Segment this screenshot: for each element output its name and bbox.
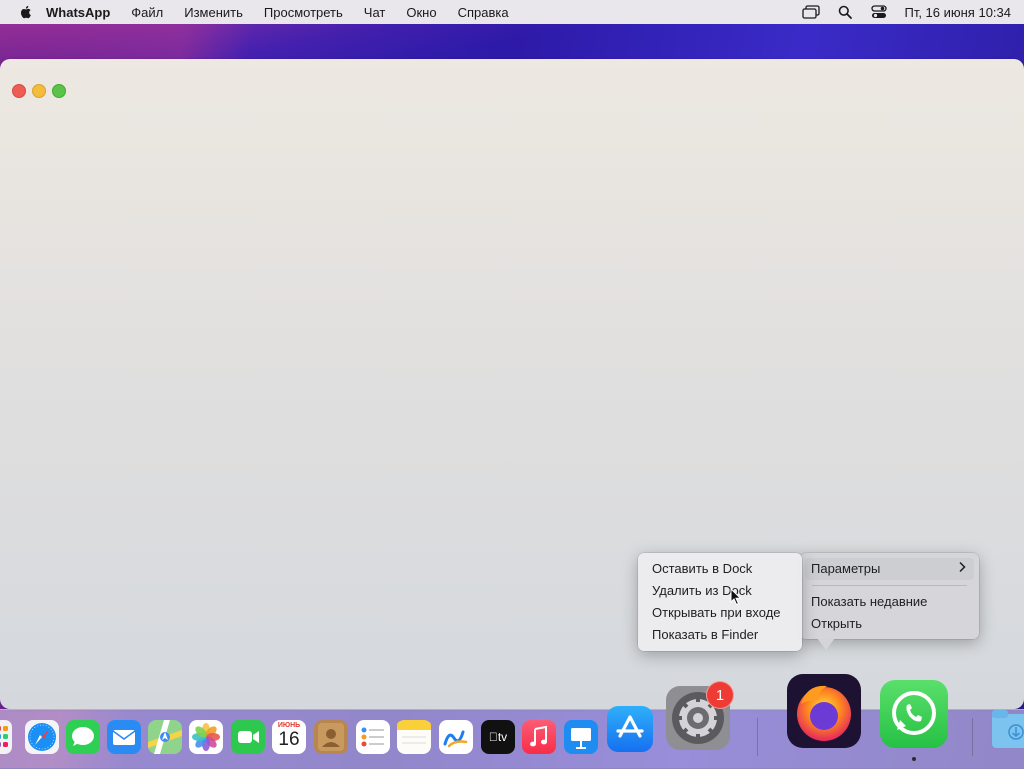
menu-item-parameters[interactable]: Параметры — [805, 558, 974, 580]
menu-separator — [812, 585, 967, 586]
menu-item-parameters-label: Параметры — [811, 561, 881, 576]
menu-item-show-recent[interactable]: Показать недавние — [800, 591, 979, 613]
menu-item-open[interactable]: Открыть — [800, 613, 979, 635]
notes-icon[interactable] — [397, 720, 431, 754]
menu-item-remove-from-dock[interactable]: Удалить из Dock — [638, 580, 802, 602]
firefox-icon[interactable] — [787, 674, 861, 748]
control-center-icon[interactable] — [870, 4, 888, 20]
apple-tv-icon[interactable]: tv — [481, 720, 515, 754]
downloads-folder-icon[interactable] — [992, 710, 1024, 750]
apple-menu-icon[interactable] — [18, 4, 34, 20]
dock-submenu-options: Параметры Показать недавние Открыть — [800, 553, 979, 639]
app-store-icon[interactable] — [607, 706, 653, 752]
menu-item-keep-in-dock[interactable]: Оставить в Dock — [638, 558, 802, 580]
menu-item-open-at-login[interactable]: Открывать при входе — [638, 602, 802, 624]
whatsapp-icon[interactable] — [880, 680, 948, 748]
chevron-right-icon — [958, 558, 966, 580]
menu-clock[interactable]: Пт, 16 июня 10:34 — [904, 5, 1011, 20]
tv-label: tv — [493, 730, 507, 744]
music-icon[interactable] — [522, 720, 556, 754]
calendar-icon[interactable]: ИЮНЬ 16 — [272, 720, 306, 754]
running-indicator — [912, 757, 916, 761]
messages-icon[interactable] — [66, 720, 100, 754]
window-minimize-button[interactable] — [32, 84, 46, 98]
mouse-pointer-icon — [730, 587, 742, 611]
freeform-icon[interactable] — [439, 720, 473, 754]
window-close-button[interactable] — [12, 84, 26, 98]
mail-icon[interactable] — [107, 720, 141, 754]
launchpad-icon[interactable] — [0, 720, 12, 754]
menu-file[interactable]: Файл — [131, 5, 163, 20]
menu-app-name[interactable]: WhatsApp — [46, 5, 110, 20]
menu-bar: WhatsApp Файл Изменить Просмотреть Чат О… — [0, 0, 1024, 24]
safari-icon[interactable] — [25, 720, 59, 754]
menu-window[interactable]: Окно — [406, 5, 436, 20]
dock-divider — [972, 718, 973, 756]
menu-view[interactable]: Просмотреть — [264, 5, 343, 20]
keynote-icon[interactable] — [564, 720, 598, 754]
menu-item-show-in-finder[interactable]: Показать в Finder — [638, 624, 802, 646]
reminders-icon[interactable] — [356, 720, 390, 754]
menu-help[interactable]: Справка — [458, 5, 509, 20]
window-zoom-button[interactable] — [52, 84, 66, 98]
screen-mirroring-icon[interactable] — [802, 4, 821, 20]
apple-logo-icon:  — [489, 730, 498, 744]
dock-divider — [757, 718, 758, 756]
menu-pointer-arrow — [817, 638, 835, 650]
contacts-icon[interactable] — [314, 720, 348, 754]
menu-chat[interactable]: Чат — [364, 5, 386, 20]
menu-edit[interactable]: Изменить — [184, 5, 243, 20]
calendar-day: 16 — [278, 729, 300, 750]
maps-icon[interactable] — [148, 720, 182, 754]
photos-icon[interactable] — [189, 720, 223, 754]
dock-options-submenu: Оставить в Dock Удалить из Dock Открыват… — [638, 553, 802, 651]
notification-badge: 1 — [706, 681, 734, 709]
facetime-icon[interactable] — [231, 720, 265, 754]
spotlight-search-icon[interactable] — [836, 4, 854, 20]
